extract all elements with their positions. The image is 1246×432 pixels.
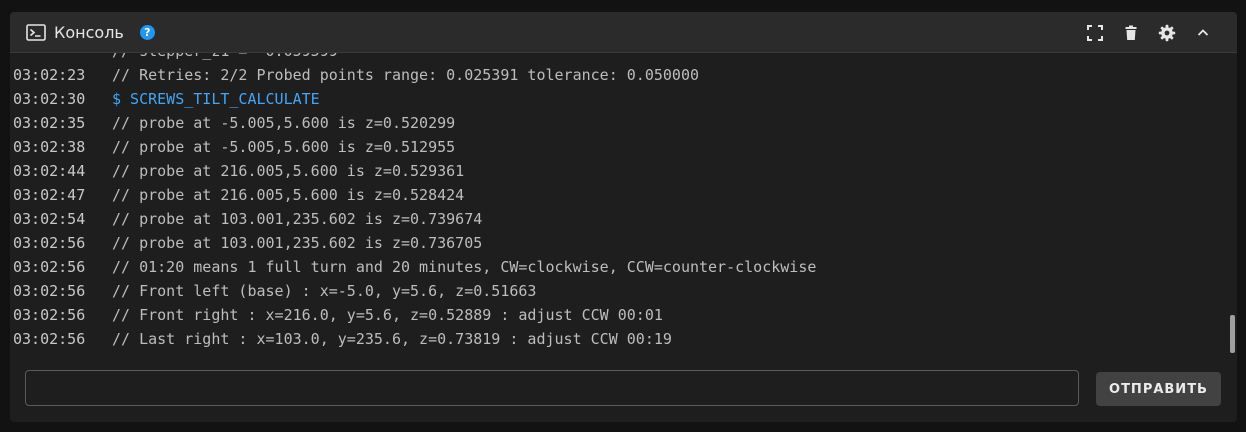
console-line: 03:02:56 // Front left (base) : x=-5.0, y… [13,279,816,303]
console-line-time: 03:02:44 [13,162,86,180]
console-line: 03:02:30 $ SCREWS_TILT_CALCULATE [13,87,816,111]
console-line: 03:02:23 // Retries: 2/2 Probed points ra… [13,63,816,87]
console-line-time [13,53,112,63]
console-line-message: // Front left (base) : x=-5.0, y=5.6, z=… [112,282,537,300]
console-log-lines: // stepper_z1 = -0.059599 03:02:23 // Retr… [13,53,816,351]
console-line: 03:02:56 // Last right : x=103.0, y=235.6… [13,327,816,351]
console-line: 03:02:47 // probe at 216.005,5.600 is z=0… [13,183,816,207]
gear-icon [1158,24,1176,41]
terminal-icon [26,24,46,41]
console-line-time: 03:02:47 [13,186,86,204]
console-line-time: 03:02:30 [13,90,86,108]
console-line-message: // Retries: 2/2 Probed points range: 0.0… [112,66,699,84]
console-scrollbar[interactable] [1230,53,1235,358]
console-header: Консоль ? [10,12,1237,53]
console-line-time: 03:02:35 [13,114,86,132]
console-line-message: // 01:20 means 1 full turn and 20 minute… [112,258,817,276]
console-line: 03:02:44 // probe at 216.005,5.600 is z=0… [13,159,816,183]
command-input[interactable] [25,370,1079,406]
console-line: 03:02:35 // probe at -5.005,5.600 is z=0.… [13,111,816,135]
console-line-message: // Front right : x=216.0, y=5.6, z=0.528… [112,306,663,324]
console-log[interactable]: // stepper_z1 = -0.059599 03:02:23 // Retr… [10,53,1230,358]
console-line-message: // probe at -5.005,5.600 is z=0.520299 [112,114,456,132]
fullscreen-button[interactable] [1077,15,1113,51]
console-panel: Консоль ? 03:02:23 // Retries: 2/2 Probe… [10,12,1237,422]
console-line-message: // probe at -5.005,5.600 is z=0.512955 [112,138,456,156]
console-line-message: // probe at 103.001,235.602 is z=0.73670… [112,234,483,252]
console-line: 03:02:56 // Front right : x=216.0, y=5.6,… [13,303,816,327]
console-line-message: // probe at 103.001,235.602 is z=0.73967… [112,210,483,228]
console-line-message: // probe at 216.005,5.600 is z=0.529361 [112,162,465,180]
console-line: 03:02:56 // 01:20 means 1 full turn and 2… [13,255,816,279]
console-line-command: $ SCREWS_TILT_CALCULATE [112,90,320,108]
console-line-message: // stepper_z1 = -0.059599 [112,53,338,63]
help-circle-icon[interactable]: ? [139,25,155,40]
console-line-time: 03:02:23 [13,66,86,84]
chevron-up-icon [1197,28,1209,36]
console-line-time: 03:02:56 [13,234,86,252]
header-actions [1077,12,1221,53]
console-line-time: 03:02:56 [13,258,86,276]
console-line-time: 03:02:56 [13,282,86,300]
header-title-group: Консоль ? [26,12,155,53]
clear-console-button[interactable] [1113,15,1149,51]
console-line-time: 03:02:56 [13,306,86,324]
console-line: 03:02:38 // probe at -5.005,5.600 is z=0.… [13,135,816,159]
console-line-time: 03:02:56 [13,330,86,348]
collapse-button[interactable] [1185,15,1221,51]
console-line: 03:02:54 // probe at 103.001,235.602 is z… [13,207,816,231]
trash-icon [1125,25,1137,40]
console-line: // stepper_z1 = -0.059599 [13,53,816,63]
console-line-time: 03:02:38 [13,138,86,156]
console-line-message: // probe at 216.005,5.600 is z=0.528424 [112,186,465,204]
console-line: 03:02:56 // probe at 103.001,235.602 is z… [13,231,816,255]
fullscreen-icon [1087,24,1103,41]
console-line-time: 03:02:54 [13,210,86,228]
scrollbar-thumb[interactable] [1230,315,1235,353]
send-button[interactable]: ОТПРАВИТЬ [1096,372,1221,406]
settings-button[interactable] [1149,15,1185,51]
console-line-message: // Last right : x=103.0, y=235.6, z=0.73… [112,330,672,348]
page-title: Консоль [54,23,124,42]
